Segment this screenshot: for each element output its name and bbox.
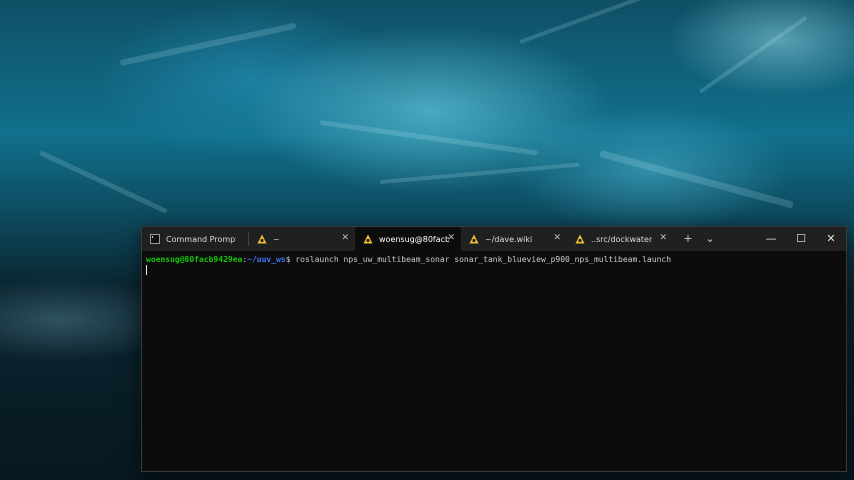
tab-title: ~/dave.wiki: [485, 234, 533, 244]
linux-tux-icon: [469, 234, 479, 244]
tab-title: ~: [273, 234, 280, 244]
prompt-path: ~/uuv_ws: [247, 255, 286, 264]
maximize-button[interactable]: ☐: [786, 227, 816, 251]
linux-tux-icon: [257, 234, 267, 244]
new-tab-button[interactable]: +: [677, 227, 699, 251]
command-text: roslaunch nps_uw_multibeam_sonar sonar_t…: [290, 255, 672, 264]
linux-tux-icon: [575, 234, 585, 244]
cursor-line: [146, 265, 842, 275]
tab-dockwater[interactable]: ..src/dockwater ✕: [567, 227, 673, 251]
tab-bar: Command Prompt ~ ✕ woensug@80facb! ✕ ~/d…: [142, 227, 846, 251]
close-tab-icon[interactable]: ✕: [341, 233, 349, 243]
cmd-icon: [150, 234, 160, 244]
minimize-button[interactable]: —: [756, 227, 786, 251]
prompt-user-host: woensug@80facb9429ea: [146, 255, 243, 264]
window-controls: — ☐ ✕: [756, 227, 846, 251]
tab-dave-wiki[interactable]: ~/dave.wiki ✕: [461, 227, 567, 251]
tab-command-prompt[interactable]: Command Prompt: [142, 227, 248, 251]
tab-home[interactable]: ~ ✕: [249, 227, 355, 251]
close-button[interactable]: ✕: [816, 227, 846, 251]
tab-title: ..src/dockwater: [591, 234, 653, 244]
tab-actions: + ⌄: [677, 227, 721, 251]
tab-title: Command Prompt: [166, 234, 236, 244]
terminal-window[interactable]: Command Prompt ~ ✕ woensug@80facb! ✕ ~/d…: [141, 226, 847, 472]
text-cursor: [146, 265, 147, 275]
tab-title: woensug@80facb!: [379, 234, 449, 244]
chevron-down-icon[interactable]: ⌄: [699, 227, 721, 251]
tab-woensug[interactable]: woensug@80facb! ✕: [355, 227, 461, 251]
close-tab-icon[interactable]: ✕: [659, 233, 667, 243]
terminal-output[interactable]: woensug@80facb9429ea:~/uuv_ws$ roslaunch…: [146, 255, 842, 467]
close-tab-icon[interactable]: ✕: [553, 233, 561, 243]
linux-tux-icon: [363, 234, 373, 244]
command-line: woensug@80facb9429ea:~/uuv_ws$ roslaunch…: [146, 255, 842, 265]
close-tab-icon[interactable]: ✕: [447, 233, 455, 243]
